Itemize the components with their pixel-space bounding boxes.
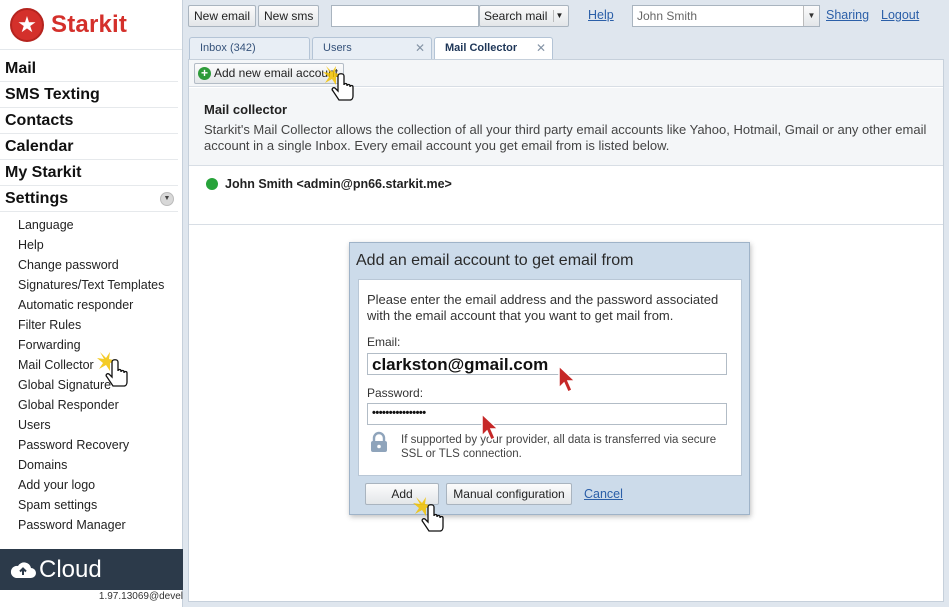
info-description: Starkit's Mail Collector allows the coll… [204,122,927,153]
nav-mail[interactable]: Mail [0,56,178,82]
cloud-banner[interactable]: Cloud [0,549,183,590]
brand-name: Starkit [51,10,128,38]
cloud-label: Cloud [39,555,102,583]
tab-bar: Inbox (342) Users ✕ Mail Collector ✕ [183,34,949,61]
plus-icon: + [198,67,211,80]
manual-configuration-button[interactable]: Manual configuration [446,483,572,505]
version-label: 1.97.13069@devel [98,591,183,602]
settings-item-mail-collector[interactable]: Mail Collector [0,355,182,375]
cloud-upload-icon [10,561,36,578]
dialog-title: Add an email account to get email from [356,252,634,269]
content-toolbar: + Add new email account [189,60,943,87]
settings-item-global-responder[interactable]: Global Responder [0,395,182,415]
info-title: Mail collector [204,102,288,117]
close-icon[interactable]: ✕ [415,38,425,59]
settings-item-password-recovery[interactable]: Password Recovery [0,435,182,455]
new-sms-button[interactable]: New sms [258,5,320,27]
add-email-account-button[interactable]: + Add new email account [194,63,345,84]
nav-my-starkit[interactable]: My Starkit [0,160,178,186]
collapse-icon[interactable]: ▼ [160,191,174,206]
tab-users[interactable]: Users ✕ [312,37,432,60]
email-field[interactable]: clarkston@gmail.com [367,353,727,375]
account-label: John Smith <admin@pn66.starkit.me> [225,177,452,191]
tab-mail-collector-label: Mail Collector [445,42,518,54]
account-row[interactable]: John Smith <admin@pn66.starkit.me> [206,177,452,191]
email-label: Email: [367,335,401,349]
top-toolbar: New email New sms Search mail ▼ Help Joh… [183,0,949,34]
tab-inbox-label: Inbox (342) [200,42,256,54]
settings-item-users[interactable]: Users [0,415,182,435]
settings-item-spam-settings[interactable]: Spam settings [0,495,182,515]
user-select[interactable]: John Smith ▼ [632,5,820,27]
main-nav: Mail SMS Texting Contacts Calendar My St… [0,56,182,212]
status-dot-icon [206,178,218,190]
logo[interactable]: ★ Starkit [0,0,182,50]
divider [189,224,943,225]
search-mail-label: Search mail [484,9,548,23]
nav-settings[interactable]: Settings ▼ [0,186,178,212]
settings-item-add-logo[interactable]: Add your logo [0,475,182,495]
password-label: Password: [367,386,424,400]
dialog-body: Please enter the email address and the p… [358,279,742,476]
add-email-account-label: Add new email account [214,66,339,80]
nav-settings-label: Settings [5,189,69,207]
sharing-link[interactable]: Sharing [826,8,869,22]
sidebar: ★ Starkit Mail SMS Texting Contacts Cale… [0,0,183,607]
settings-item-forwarding[interactable]: Forwarding [0,335,182,355]
chevron-down-icon[interactable]: ▼ [553,10,565,22]
new-email-button[interactable]: New email [188,5,257,27]
settings-item-domains[interactable]: Domains [0,455,182,475]
logout-link[interactable]: Logout [881,8,919,22]
settings-item-filter-rules[interactable]: Filter Rules [0,315,182,335]
settings-item-automatic-responder[interactable]: Automatic responder [0,295,182,315]
nav-sms-texting[interactable]: SMS Texting [0,82,178,108]
chevron-down-icon[interactable]: ▼ [803,6,819,26]
search-mail-button[interactable]: Search mail ▼ [479,5,569,27]
cancel-link[interactable]: Cancel [584,487,623,501]
add-button[interactable]: Add [365,483,439,505]
star-logo-icon: ★ [10,7,44,42]
settings-item-password-manager[interactable]: Password Manager [0,515,182,535]
tab-inbox[interactable]: Inbox (342) [189,37,310,60]
settings-item-change-password[interactable]: Change password [0,255,182,275]
password-field[interactable]: •••••••••••••••• [367,403,727,425]
lock-icon [371,431,387,452]
settings-item-signatures[interactable]: Signatures/Text Templates [0,275,182,295]
tab-mail-collector[interactable]: Mail Collector ✕ [434,37,553,61]
info-panel: Mail collector Starkit's Mail Collector … [189,88,943,166]
dialog-intro: Please enter the email address and the p… [367,292,719,323]
nav-contacts[interactable]: Contacts [0,108,178,134]
add-account-dialog: Add an email account to get email from P… [349,242,750,515]
settings-item-language[interactable]: Language [0,215,182,235]
secure-note: If supported by your provider, all data … [401,434,717,460]
user-select-value: John Smith [637,9,698,23]
help-link[interactable]: Help [588,8,614,22]
close-icon[interactable]: ✕ [536,38,546,59]
settings-item-global-signature[interactable]: Global Signature [0,375,182,395]
dialog-footer: Add Manual configuration Cancel [350,483,749,509]
settings-item-help[interactable]: Help [0,235,182,255]
nav-calendar[interactable]: Calendar [0,134,178,160]
tab-users-label: Users [323,42,352,54]
search-input[interactable] [331,5,479,27]
settings-list: Language Help Change password Signatures… [0,212,182,535]
